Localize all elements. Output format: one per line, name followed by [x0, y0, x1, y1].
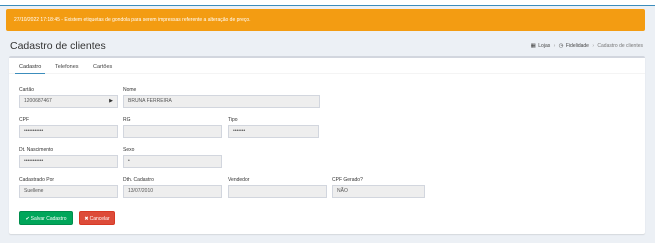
cartao-label: Cartão	[19, 87, 35, 93]
form-box: Cadastro Telefones Cartões Cartão 120068…	[9, 56, 645, 234]
close-icon: ✖	[84, 216, 89, 222]
tipo-label: Tipo	[228, 117, 238, 123]
cpf-gerado-field: NÃO	[332, 185, 425, 198]
cartao-field: 1200687467 ▶	[19, 95, 118, 108]
vendedor-label: Vendedor	[228, 177, 250, 183]
save-button[interactable]: ✔Salvar Cadastro	[19, 211, 73, 225]
cpf-field[interactable]: •••••••••••	[19, 125, 118, 138]
play-icon[interactable]: ▶	[109, 96, 113, 107]
breadcrumb-separator: ›	[553, 43, 556, 49]
tipo-field[interactable]: •••••••	[228, 125, 319, 138]
tab-cartoes[interactable]: Cartões	[89, 63, 116, 74]
dt-cadastro-field: 13/07/2010	[123, 185, 222, 198]
tab-cadastro[interactable]: Cadastro	[15, 63, 46, 74]
cancel-button-label: Cancelar	[89, 216, 110, 222]
rg-label: RG	[123, 117, 131, 123]
rg-field[interactable]	[123, 125, 222, 138]
clock-icon: ◷	[558, 43, 564, 49]
price-alert-banner: 27/10/2022 17:18:45 - Existem etiquetas …	[6, 9, 645, 31]
vendedor-field[interactable]	[228, 185, 327, 198]
sexo-label: Sexo	[123, 147, 135, 153]
breadcrumb-home[interactable]: Lojas	[538, 43, 550, 49]
breadcrumb: ▦ Lojas › ◷ Fidelidade › Cadastro de cli…	[531, 43, 643, 49]
top-navbar	[0, 0, 655, 6]
cadastrado-por-label: Cadastrado Por	[19, 177, 55, 183]
dt-nascimento-label: Dt. Nascimento	[19, 147, 54, 153]
cadastrado-por-field: Suellene	[19, 185, 118, 198]
breadcrumb-separator: ›	[592, 43, 595, 49]
dt-cadastro-label: Dth. Cadastro	[123, 177, 154, 183]
breadcrumb-fidelidade[interactable]: Fidelidade	[566, 43, 589, 49]
nome-label: Nome	[123, 87, 137, 93]
cancel-button[interactable]: ✖Cancelar	[79, 211, 115, 225]
nome-field[interactable]: BRUNA FERREIRA	[123, 95, 320, 108]
check-icon: ✔	[25, 216, 30, 222]
store-icon: ▦	[530, 43, 536, 49]
page-title: Cadastro de clientes	[10, 40, 106, 52]
breadcrumb-current: Cadastro de clientes	[597, 43, 643, 49]
tab-bar: Cadastro Telefones Cartões	[9, 60, 645, 74]
sexo-field[interactable]: •	[123, 155, 222, 168]
cpf-gerado-label: CPF Gerado?	[332, 177, 363, 183]
cartao-value: 1200687467	[24, 98, 52, 104]
tab-telefones[interactable]: Telefones	[51, 63, 83, 74]
cpf-label: CPF	[19, 117, 29, 123]
dt-nascimento-field[interactable]: •••••••••••	[19, 155, 118, 168]
save-button-label: Salvar Cadastro	[30, 216, 67, 222]
